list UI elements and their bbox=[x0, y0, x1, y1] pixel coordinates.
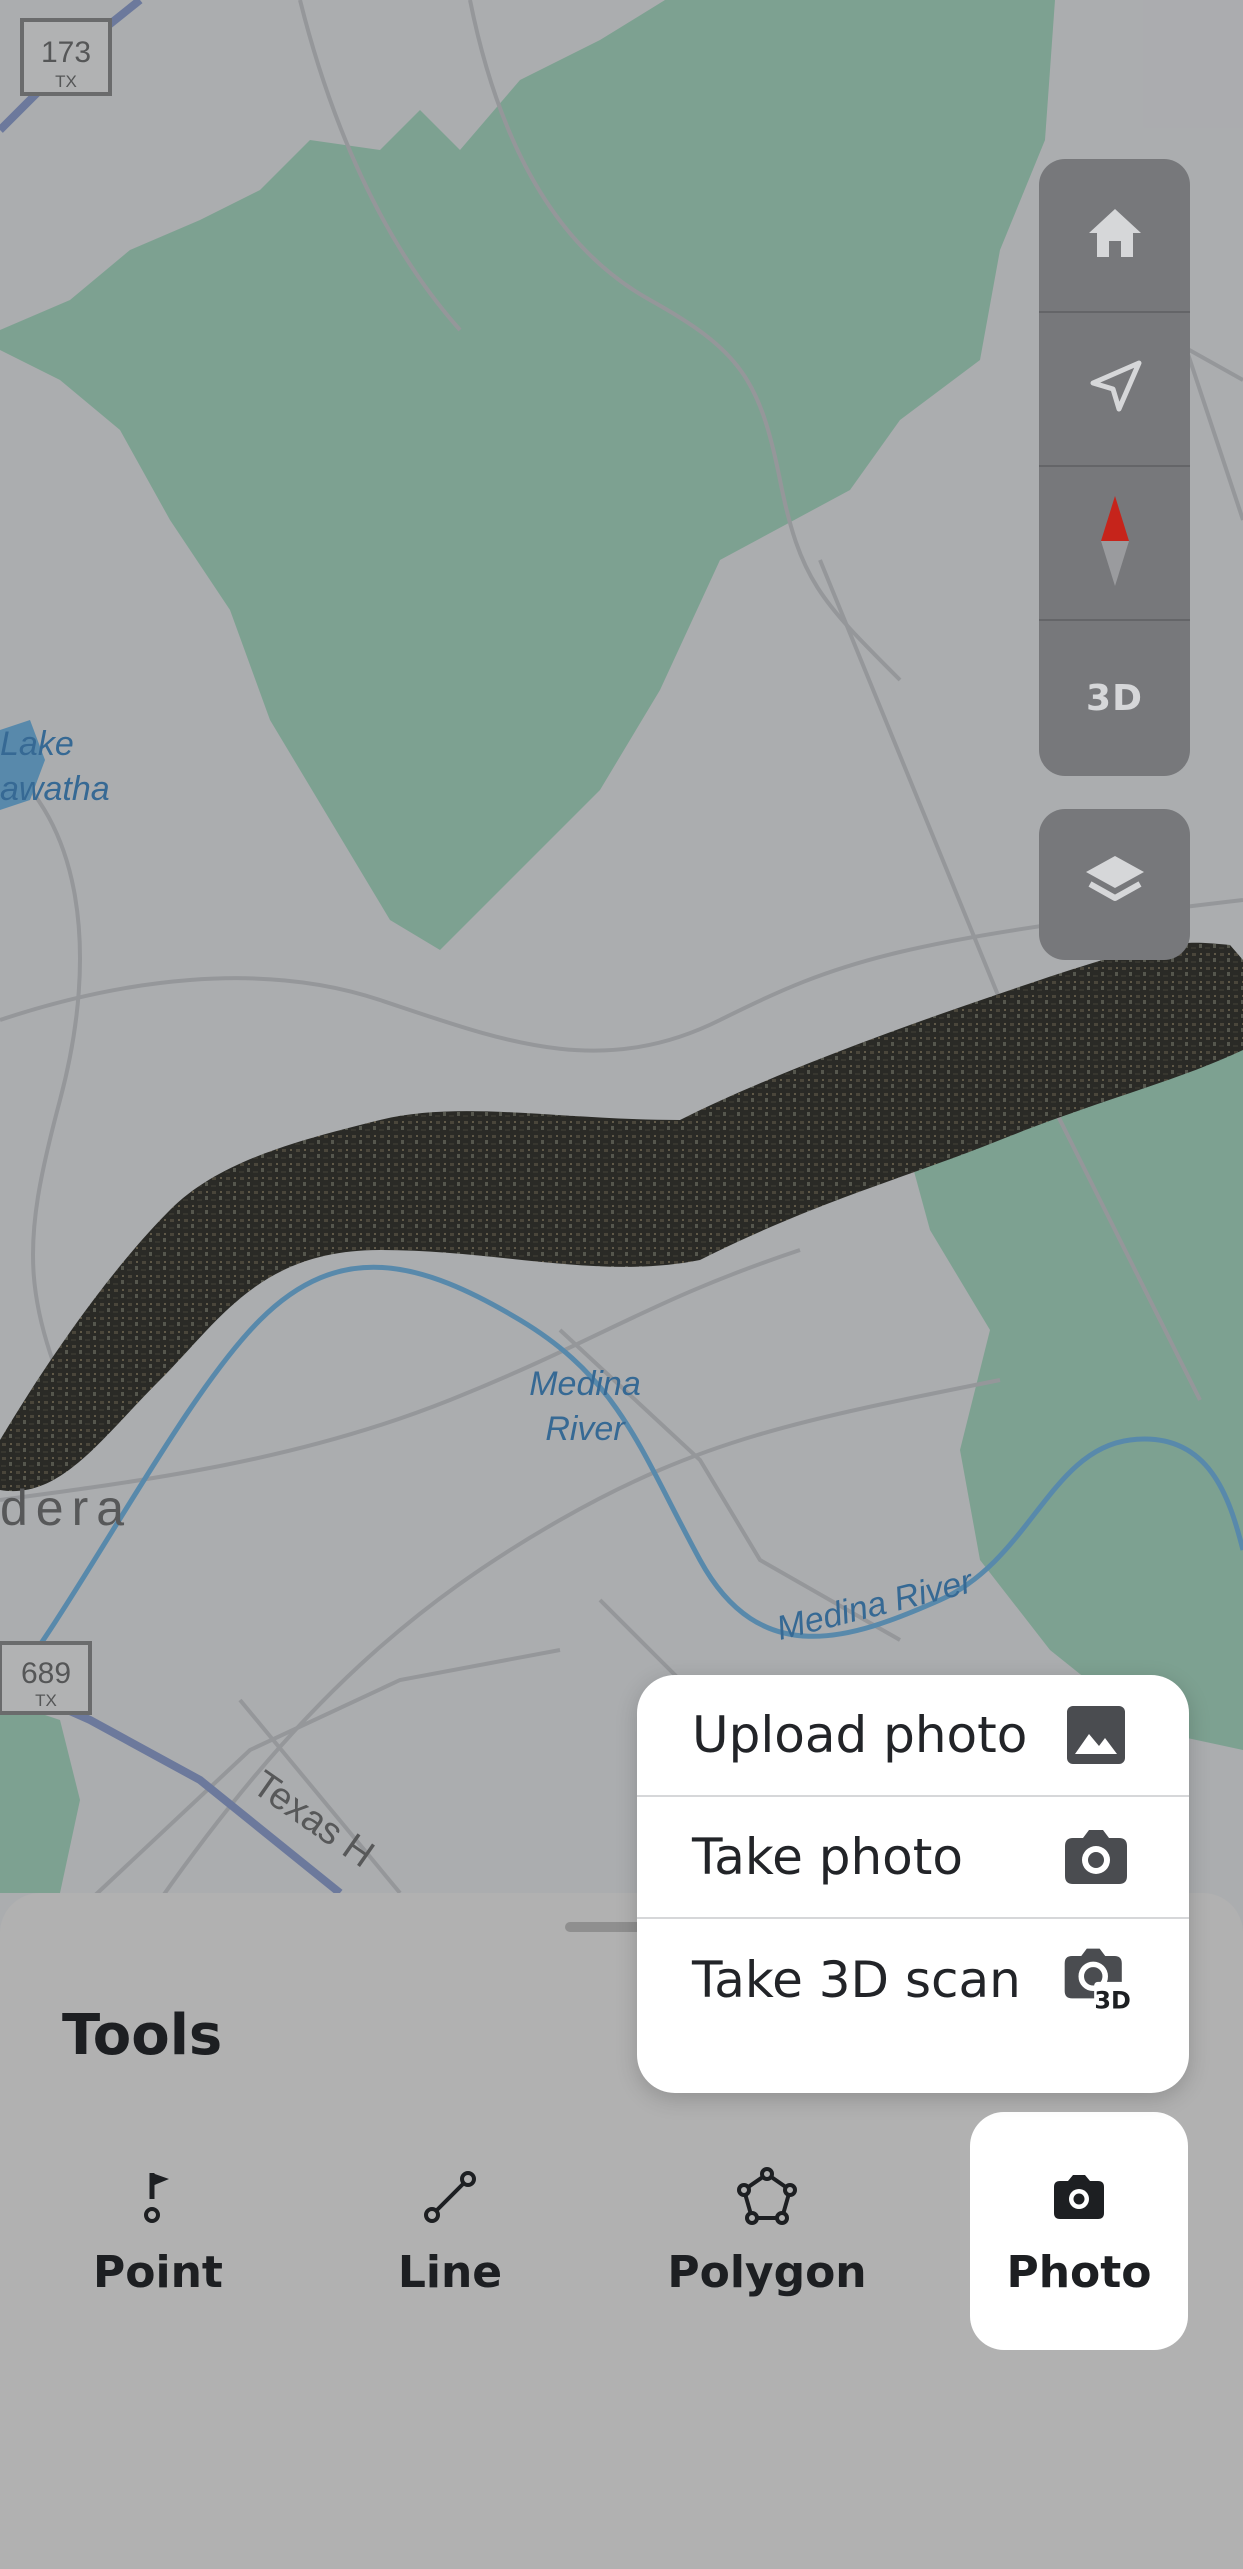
tool-label: Photo bbox=[1006, 2246, 1152, 2298]
tool-label: Point bbox=[93, 2246, 223, 2298]
tool-polygon[interactable]: Polygon bbox=[660, 2112, 874, 2350]
layers-icon bbox=[1082, 852, 1148, 918]
3d-label: 3D bbox=[1086, 677, 1143, 719]
tool-label: Polygon bbox=[667, 2246, 867, 2298]
photo-options-menu: Upload photo Take photo Take 3D scan 3D bbox=[637, 1675, 1189, 2093]
camera-icon bbox=[1050, 2165, 1108, 2229]
polygon-icon bbox=[736, 2165, 798, 2229]
point-flag-icon bbox=[143, 2165, 173, 2229]
tool-photo[interactable]: Photo bbox=[970, 2112, 1188, 2350]
camera-3d-icon: 3D bbox=[1061, 1945, 1131, 2015]
menu-item-label: Take 3D scan bbox=[692, 1951, 1021, 2009]
image-icon bbox=[1061, 1700, 1131, 1770]
tool-label: Line bbox=[397, 2246, 503, 2298]
menu-item-label: Upload photo bbox=[692, 1706, 1028, 1764]
tool-line[interactable]: Line bbox=[370, 2112, 530, 2350]
home-button[interactable] bbox=[1039, 159, 1190, 313]
sheet-title: Tools bbox=[62, 2003, 223, 2068]
tool-point[interactable]: Point bbox=[68, 2112, 248, 2350]
menu-item-take-photo[interactable]: Take photo bbox=[637, 1797, 1189, 1919]
menu-item-upload-photo[interactable]: Upload photo bbox=[637, 1675, 1189, 1797]
menu-item-take-3d-scan[interactable]: Take 3D scan 3D bbox=[637, 1919, 1189, 2041]
layers-button[interactable] bbox=[1039, 809, 1190, 960]
map-control-stack: 3D bbox=[1039, 159, 1190, 776]
home-icon bbox=[1085, 205, 1145, 265]
locate-button[interactable] bbox=[1039, 313, 1190, 467]
line-icon bbox=[422, 2165, 478, 2229]
camera-icon bbox=[1061, 1822, 1131, 1892]
3d-toggle-button[interactable]: 3D bbox=[1039, 621, 1190, 775]
navigation-arrow-icon bbox=[1085, 357, 1145, 421]
svg-text:3D: 3D bbox=[1094, 1987, 1131, 2015]
compass-icon bbox=[1097, 496, 1133, 590]
compass-button[interactable] bbox=[1039, 467, 1190, 621]
menu-item-label: Take photo bbox=[692, 1828, 963, 1886]
